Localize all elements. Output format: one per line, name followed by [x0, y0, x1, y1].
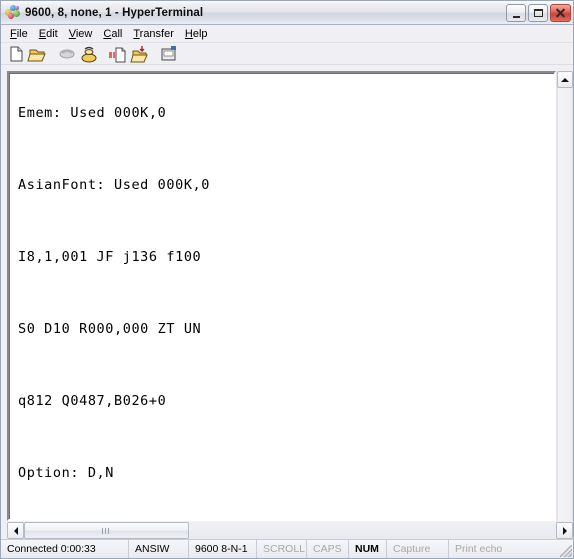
horizontal-scrollbar[interactable] [7, 522, 573, 539]
properties-icon[interactable] [158, 44, 180, 64]
horizontal-scroll-thumb[interactable] [24, 522, 189, 539]
status-connected: Connected 0:00:33 [1, 540, 129, 558]
scroll-up-button[interactable] [557, 71, 573, 88]
menu-item-call[interactable]: Call [98, 27, 128, 41]
menu-label-edit: dit [46, 27, 58, 40]
menu-label-help: elp [192, 27, 208, 40]
menu-bar: File Edit View Call Transfer Help [1, 25, 573, 43]
send-file-icon[interactable] [107, 44, 129, 64]
disconnect-phone-icon[interactable] [56, 44, 78, 64]
menu-label-transfer: ransfer [139, 27, 174, 40]
scroll-left-button[interactable] [7, 522, 24, 539]
scroll-thumb-grip-icon [102, 527, 111, 534]
minimize-button[interactable] [506, 3, 526, 22]
maximize-button[interactable] [528, 3, 548, 22]
horizontal-scroll-track[interactable] [24, 522, 556, 539]
menu-item-edit[interactable]: Edit [34, 27, 64, 41]
new-connection-icon[interactable] [5, 44, 27, 64]
status-print-echo-indicator: Print echo [449, 540, 573, 558]
receive-file-icon[interactable] [129, 44, 151, 64]
open-folder-icon[interactable] [27, 44, 49, 64]
maximize-icon [533, 8, 543, 17]
chevron-left-icon [13, 526, 18, 535]
window-controls [506, 3, 571, 22]
terminal-output: Emem: Used 000K,0 AsianFont: Used 000K,0… [18, 105, 211, 481]
toolbar [1, 43, 573, 65]
call-phone-icon[interactable] [78, 44, 100, 64]
minimize-icon [512, 15, 520, 18]
status-bar: Connected 0:00:33 ANSIW 9600 8-N-1 SCROL… [1, 539, 573, 558]
window-frame: 9600, 8, none, 1 - HyperTerminal File Ed… [0, 0, 574, 559]
menu-label-file: ile [16, 27, 28, 40]
terminal-region: Emem: Used 000K,0 AsianFont: Used 000K,0… [1, 65, 573, 539]
hyperterminal-icon [4, 4, 21, 21]
menu-label-view: iew [75, 27, 93, 40]
status-capture-indicator: Capture [387, 540, 449, 558]
hyperterminal-window: 9600, 8, none, 1 - HyperTerminal File Ed… [0, 0, 574, 559]
vertical-scrollbar[interactable] [556, 71, 573, 521]
status-num-indicator: NUM [349, 540, 387, 558]
vertical-scroll-track[interactable] [557, 88, 573, 521]
chevron-right-icon [562, 526, 567, 535]
status-emulation: ANSIW [129, 540, 189, 558]
menu-item-view[interactable]: View [64, 27, 99, 41]
chevron-up-icon [561, 77, 569, 82]
menu-item-file[interactable]: File [5, 27, 34, 41]
close-button[interactable] [550, 3, 571, 22]
terminal-display[interactable]: Emem: Used 000K,0 AsianFont: Used 000K,0… [7, 71, 556, 521]
window-title: 9600, 8, none, 1 - HyperTerminal [25, 6, 204, 19]
menu-item-help[interactable]: Help [180, 27, 214, 41]
resize-grip-icon[interactable] [560, 545, 572, 557]
menu-label-call: all [111, 27, 123, 40]
status-caps-indicator: CAPS [307, 540, 349, 558]
menu-item-transfer[interactable]: Transfer [128, 27, 180, 41]
status-scroll-indicator: SCROLL [257, 540, 307, 558]
status-port-settings: 9600 8-N-1 [189, 540, 257, 558]
terminal-row: Emem: Used 000K,0 AsianFont: Used 000K,0… [7, 71, 573, 521]
title-bar[interactable]: 9600, 8, none, 1 - HyperTerminal [1, 1, 573, 25]
scroll-right-button[interactable] [556, 522, 573, 539]
